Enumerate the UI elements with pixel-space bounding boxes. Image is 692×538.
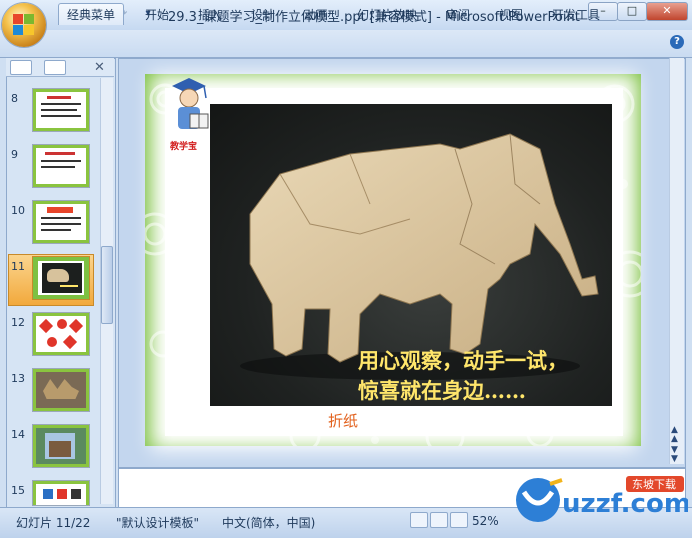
logo-caption: 教学宝 xyxy=(170,142,198,152)
language-indicator[interactable]: 中文(简体，中国) xyxy=(222,514,315,531)
uzzf-watermark-logo: uzzf.com 东坡下载 xyxy=(516,476,688,522)
zoom-level[interactable]: 52% xyxy=(472,514,499,528)
slide-thumbnail-14[interactable] xyxy=(32,424,90,468)
office-logo-icon xyxy=(13,14,35,36)
slide-thumbnail-10[interactable] xyxy=(32,200,90,244)
watermark-subtext: 东坡下载 xyxy=(632,478,676,491)
maximize-button[interactable]: □ xyxy=(617,2,647,21)
slide-number: 9 xyxy=(11,148,18,161)
tab-home[interactable]: 开始 xyxy=(145,6,169,23)
close-button[interactable]: ✕ xyxy=(646,2,688,21)
slides-tab-icon[interactable] xyxy=(10,60,32,75)
slides-pane-scroll-thumb[interactable] xyxy=(101,246,113,324)
slide-number: 13 xyxy=(11,372,25,385)
slide-number: 12 xyxy=(11,316,25,329)
slideshow-view-icon[interactable] xyxy=(450,512,468,528)
slide-number: 14 xyxy=(11,428,25,441)
tab-classic-menu[interactable]: 经典菜单 xyxy=(58,3,125,25)
slide-thumbnail-15[interactable] xyxy=(32,480,90,506)
slide-thumbnail-8[interactable] xyxy=(32,88,90,132)
tab-developer[interactable]: 开发工具 xyxy=(552,6,600,23)
tab-view[interactable]: 视图 xyxy=(499,6,523,23)
slide-number: 10 xyxy=(11,204,25,217)
ribbon-tab-bar xyxy=(0,30,692,58)
office-button[interactable] xyxy=(2,3,46,47)
slide-sorter-icon[interactable] xyxy=(430,512,448,528)
tab-insert[interactable]: 插入 xyxy=(198,6,222,23)
tab-design[interactable]: 设计 xyxy=(251,6,275,23)
teacher-mascot-icon xyxy=(172,78,209,129)
next-slide-icon[interactable]: ▼ ▼ xyxy=(671,446,678,464)
slide-number: 15 xyxy=(11,484,25,497)
outline-tab-icon[interactable] xyxy=(44,60,66,75)
slide-thumbnail-12[interactable] xyxy=(32,312,90,356)
caption-line-1[interactable]: 用心观察，动手一试， xyxy=(358,345,568,375)
slide-counter: 幻灯片 11/22 xyxy=(16,516,91,530)
watermark-text: uzzf.com xyxy=(562,489,688,519)
slide-vertical-scrollbar[interactable] xyxy=(669,58,684,464)
slide-number: 8 xyxy=(11,92,18,105)
slide-thumbnail-11[interactable] xyxy=(32,256,90,300)
slide-thumbnail-9[interactable] xyxy=(32,144,90,188)
tab-slideshow[interactable]: 幻灯片放映 xyxy=(357,6,417,23)
normal-view-icon[interactable] xyxy=(410,512,428,528)
help-icon[interactable]: ? xyxy=(670,35,684,49)
pane-close-icon[interactable]: ✕ xyxy=(94,60,105,75)
template-name[interactable]: "默认设计模板" xyxy=(116,514,199,531)
tab-review[interactable]: 审阅 xyxy=(446,6,470,23)
tab-animation[interactable]: 动画 xyxy=(304,6,328,23)
slide-thumbnail-13[interactable] xyxy=(32,368,90,412)
slide-number: 11 xyxy=(11,260,25,273)
prev-slide-icon[interactable]: ▲ ▲ xyxy=(671,426,678,444)
caption-label[interactable]: 折纸 xyxy=(328,410,358,431)
caption-line-2[interactable]: 惊喜就在身边…… xyxy=(358,375,526,405)
